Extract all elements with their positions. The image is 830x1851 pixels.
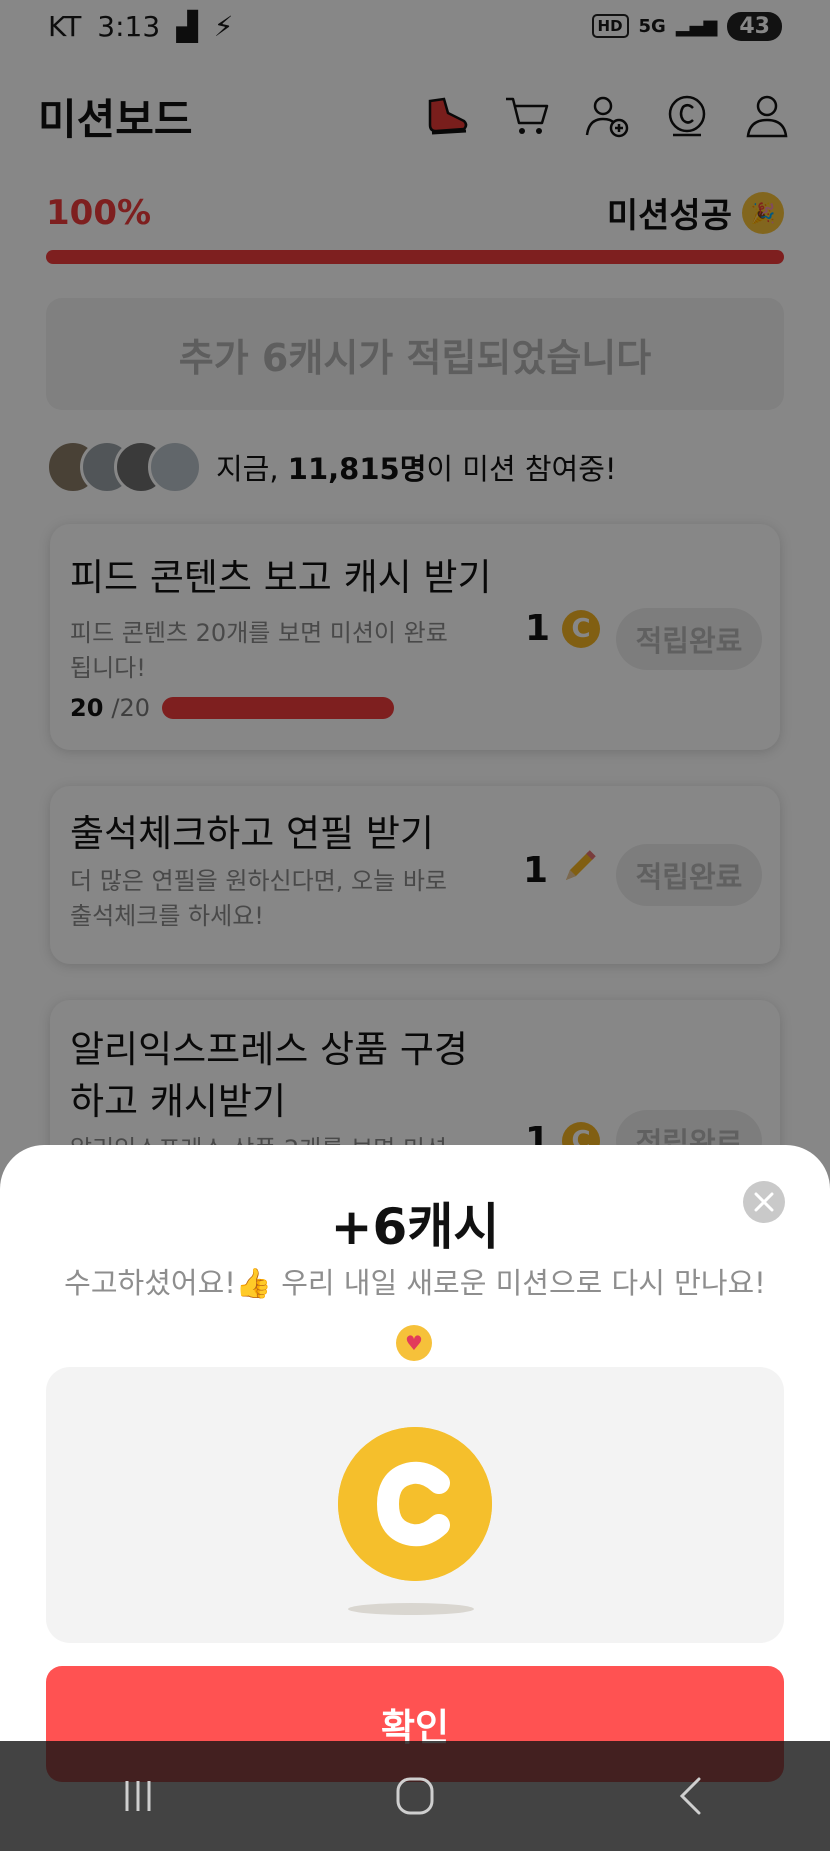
back-button[interactable] (667, 1771, 717, 1821)
back-icon (679, 1777, 701, 1815)
sheet-message: 수고하셨어요!👍 우리 내일 새로운 미션으로 다시 만나요! (64, 1266, 766, 1300)
home-icon (396, 1777, 434, 1815)
coin-icon (338, 1427, 492, 1581)
coin-panel (46, 1367, 784, 1643)
recent-apps-button[interactable] (113, 1771, 163, 1821)
heart-eyes-icon: ♥ (396, 1325, 432, 1361)
close-icon (754, 1192, 774, 1212)
home-button[interactable] (390, 1771, 440, 1821)
coin-shadow (348, 1603, 474, 1615)
close-button[interactable] (743, 1181, 785, 1223)
sheet-title: +6캐시 (330, 1198, 500, 1256)
system-nav-bar (0, 1741, 830, 1851)
recent-apps-icon (125, 1781, 151, 1811)
